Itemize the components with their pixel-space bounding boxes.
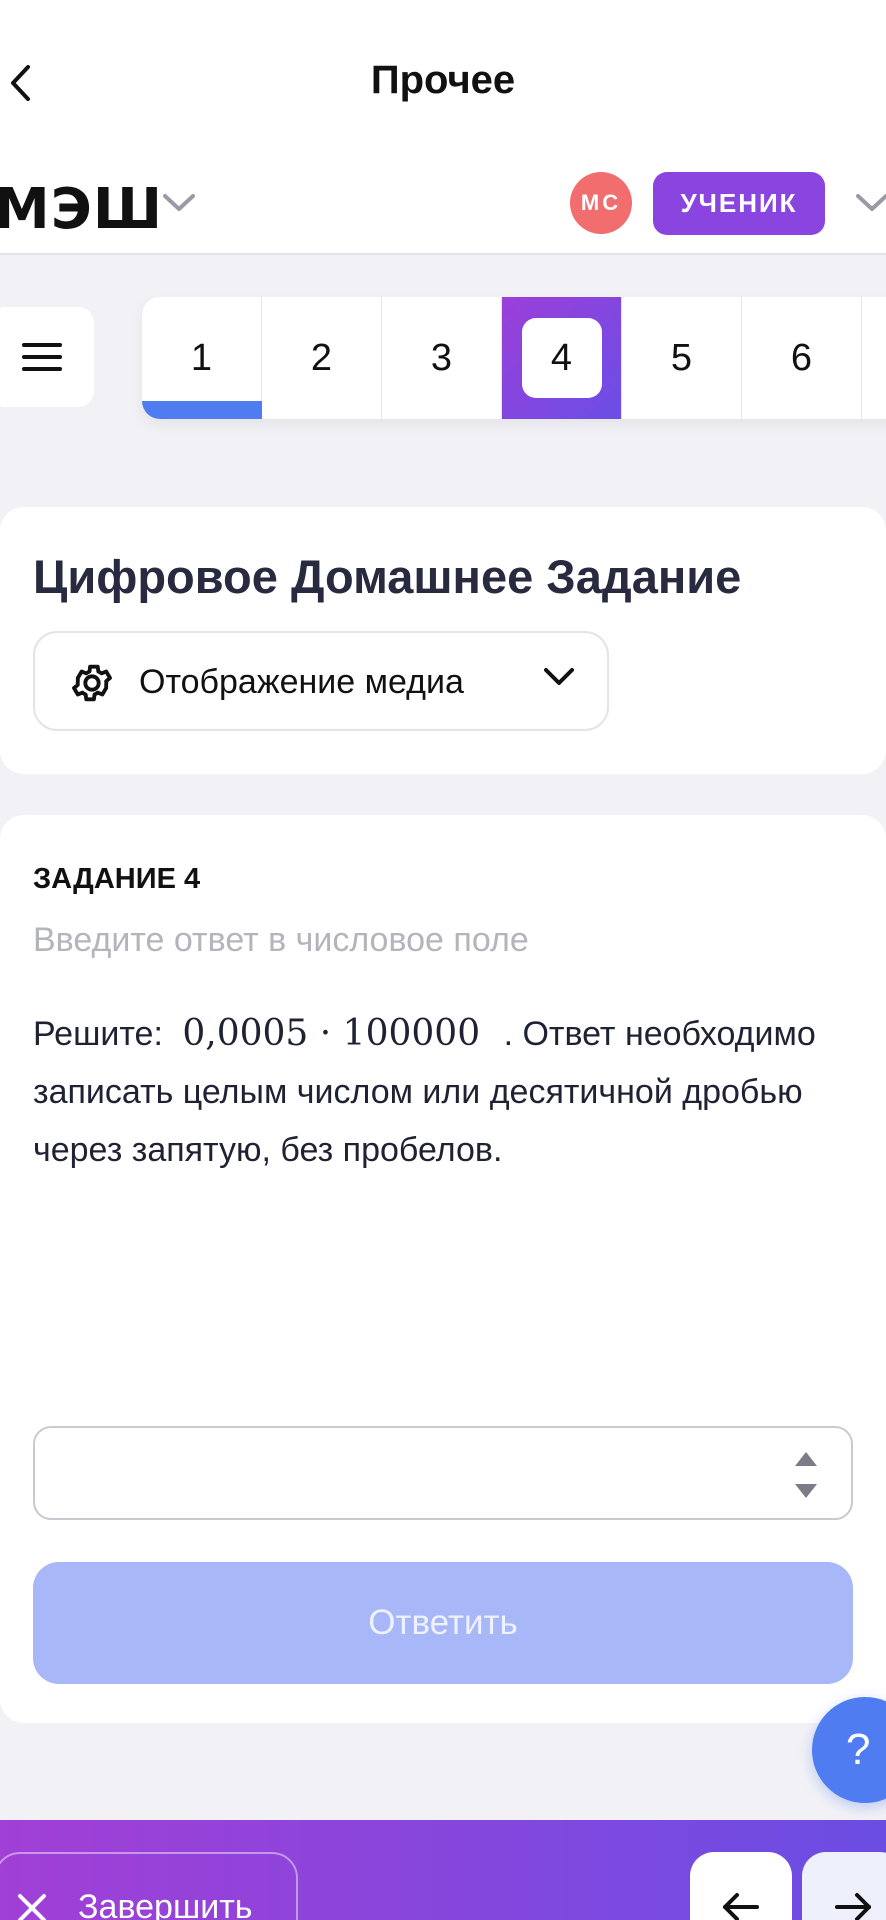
task-tab-label: 1 bbox=[190, 336, 213, 379]
answer-input[interactable] bbox=[55, 1446, 785, 1502]
number-stepper-icon[interactable] bbox=[791, 1448, 821, 1502]
task-card: ЗАДАНИЕ 4 Введите ответ в числовое поле … bbox=[0, 815, 886, 1723]
task-number-label: ЗАДАНИЕ 4 bbox=[33, 863, 201, 895]
chevron-down-icon bbox=[544, 668, 574, 685]
task-tab-2[interactable]: 2 bbox=[262, 297, 382, 419]
task-text-prefix: Решите: bbox=[33, 1015, 163, 1053]
task-tab-5[interactable]: 5 bbox=[622, 297, 742, 419]
task-tab-6[interactable]: 6 bbox=[742, 297, 862, 419]
arrow-right-icon bbox=[835, 1893, 871, 1920]
task-tabs: 1 2 3 4 5 6 bbox=[142, 297, 886, 419]
task-tab-label: 5 bbox=[670, 336, 693, 379]
finish-label: Завершить bbox=[78, 1888, 253, 1920]
page-title: Цифровое Домашнее Задание bbox=[33, 550, 742, 603]
media-display-dropdown[interactable]: Отображение медиа bbox=[33, 631, 609, 731]
previous-task-button[interactable] bbox=[690, 1852, 792, 1920]
role-badge[interactable]: УЧЕНИК bbox=[653, 172, 825, 235]
media-display-label: Отображение медиа bbox=[139, 663, 464, 701]
task-tab-3[interactable]: 3 bbox=[382, 297, 502, 419]
task-tab-label: 3 bbox=[430, 336, 453, 379]
task-tab-label: 4 bbox=[550, 336, 573, 379]
task-tab-1[interactable]: 1 bbox=[142, 297, 262, 419]
title-card: Цифровое Домашнее Задание Отображение ме… bbox=[0, 507, 886, 774]
brand-logo[interactable]: МЭШ bbox=[0, 177, 163, 242]
task-tab-active-marker: 4 bbox=[521, 318, 602, 398]
chevron-down-icon[interactable] bbox=[855, 193, 886, 213]
screen: Прочее МЭШ МС УЧЕНИК 1 2 3 4 5 6 Цифрово… bbox=[0, 0, 886, 1920]
top-nav: Прочее bbox=[0, 0, 886, 165]
avatar[interactable]: МС bbox=[570, 172, 632, 234]
task-tab-label: 6 bbox=[790, 336, 813, 379]
bottom-bar: Завершить bbox=[0, 1820, 886, 1920]
help-icon: ? bbox=[846, 1725, 871, 1774]
finish-button[interactable]: Завершить bbox=[0, 1852, 298, 1920]
answer-number-field[interactable] bbox=[33, 1426, 853, 1520]
menu-button[interactable] bbox=[0, 307, 94, 407]
task-hint: Введите ответ в числовое поле bbox=[33, 921, 529, 959]
nav-title: Прочее bbox=[370, 58, 516, 102]
task-tab-label: 2 bbox=[310, 336, 333, 379]
close-icon bbox=[18, 1894, 46, 1920]
next-task-button[interactable] bbox=[802, 1852, 886, 1920]
task-expression: 0,0005 · 100000 bbox=[182, 1013, 481, 1054]
hamburger-menu-icon bbox=[22, 343, 62, 371]
app-header: МЭШ МС УЧЕНИК bbox=[0, 165, 886, 255]
chevron-down-icon[interactable] bbox=[162, 193, 196, 213]
task-statement: Решите: 0,0005 · 100000 . Ответ необходи… bbox=[33, 1005, 833, 1179]
arrow-left-icon bbox=[723, 1893, 759, 1920]
gear-icon bbox=[72, 664, 112, 702]
task-tab-4[interactable]: 4 bbox=[502, 297, 622, 419]
submit-answer-button[interactable]: Ответить bbox=[33, 1562, 853, 1684]
